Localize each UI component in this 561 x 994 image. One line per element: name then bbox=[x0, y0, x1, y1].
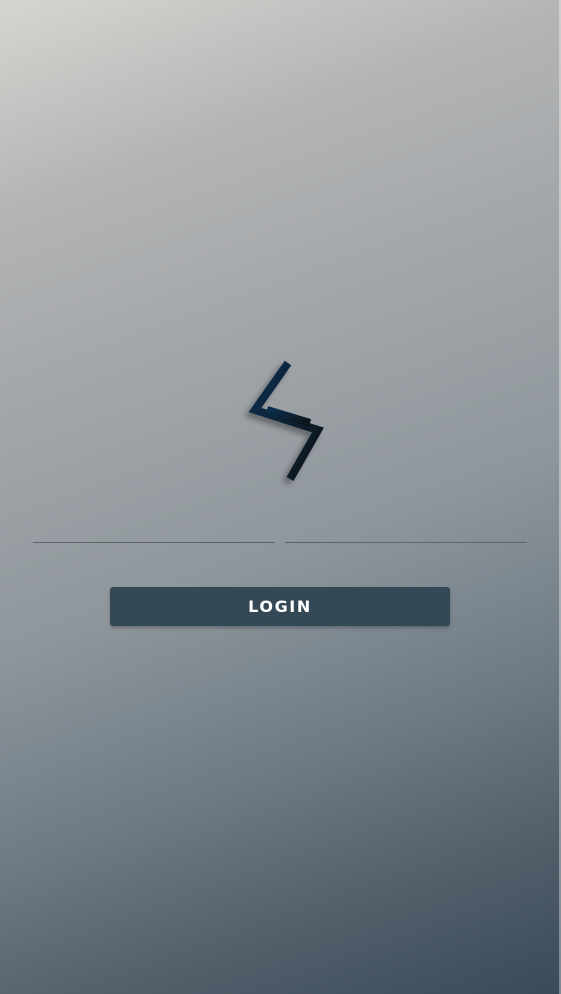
logo-icon bbox=[240, 355, 335, 490]
password-field[interactable] bbox=[285, 522, 527, 543]
username-field[interactable] bbox=[33, 522, 275, 543]
password-input[interactable] bbox=[285, 522, 527, 542]
login-screen: LOGIN bbox=[0, 0, 561, 994]
login-button[interactable]: LOGIN bbox=[110, 587, 450, 626]
username-input[interactable] bbox=[33, 522, 275, 542]
